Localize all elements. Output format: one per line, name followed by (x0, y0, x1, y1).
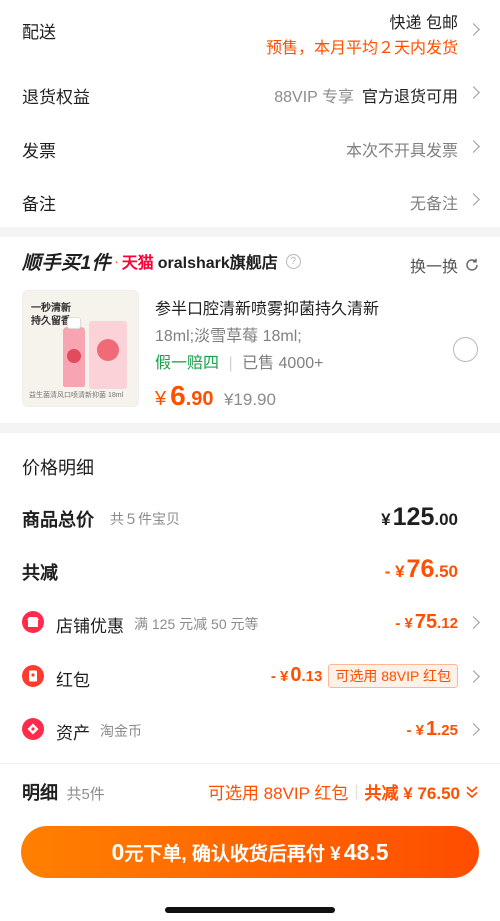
select-addon-radio[interactable] (453, 337, 478, 362)
chevron-right-icon (467, 670, 480, 683)
button-text: 元下单, 确认收货后再付 ¥ (124, 844, 341, 865)
detail-count: 共5件 (66, 786, 105, 803)
button-amount: 48.5 (343, 839, 389, 865)
refresh-icon (466, 258, 478, 271)
asset-prefix: - ¥ (406, 722, 425, 739)
chevron-right-icon (467, 140, 480, 153)
asset-integer: 1 (426, 718, 438, 740)
total-symbol: ¥ (381, 510, 391, 529)
red-packet-label: 红包 (56, 671, 90, 690)
help-icon[interactable]: ? (285, 253, 301, 269)
remark-value: 无备注 (409, 196, 458, 213)
total-decimal: .00 (434, 510, 458, 529)
returns-label: 退货权益 (22, 88, 90, 107)
shop-integer: 75 (414, 611, 438, 633)
reduce-prefix: - ¥ (384, 562, 405, 581)
footer-summary[interactable]: 可选用 88VIP 红包 | 共减 ¥ 76.50 (208, 779, 480, 804)
box-image (89, 321, 127, 389)
thumb-footer: 益生菌清风口喷清新抑菌 18ml (29, 392, 124, 399)
spray-bottle-image (63, 317, 85, 387)
reduce-amount: - ¥76.50 (385, 555, 458, 584)
button-zero: 0 (111, 839, 125, 865)
chevron-right-icon (467, 23, 480, 36)
asset-decimal: .25 (437, 722, 458, 739)
product-guarantee-row: 假一赔四 | 已售 4000+ (155, 349, 323, 373)
asset-sub: 淘金币 (100, 723, 142, 739)
swap-label: 换一换 (409, 259, 458, 276)
promo-logo: 顺手买1件 (22, 252, 112, 274)
sold-count: 已售 4000+ (242, 355, 324, 372)
chevron-right-icon (467, 616, 480, 629)
divider: | (228, 355, 233, 372)
delivery-row[interactable]: 配送 快递 包邮 预售，本月平均２天内发货 (0, 0, 500, 70)
red-packet-integer: 0 (290, 664, 302, 686)
delivery-note: 预售，本月平均２天内发货 (265, 40, 458, 57)
invoice-label: 发票 (22, 142, 56, 161)
asset-label: 资产 (56, 724, 90, 743)
price-decimal: .90 (185, 388, 214, 410)
footer-reduce-total: 共减 ¥ 76.50 (364, 784, 460, 803)
returns-value: 官方退货可用 (361, 89, 458, 106)
chevron-right-icon (467, 193, 480, 206)
returns-value-group: 88VIP 专享 官方退货可用 (274, 83, 458, 107)
delivery-method: 快递 包邮 (389, 15, 458, 32)
submit-order-button[interactable]: 0元下单, 确认收货后再付 ¥48.5 (21, 826, 479, 878)
remark-row[interactable]: 备注 无备注 (0, 173, 500, 225)
total-sub: 共５件宝贝 (110, 511, 180, 527)
shop-discount-amount: - ¥75.12 (395, 611, 458, 634)
footer-vip-hint: 可选用 88VIP 红包 (207, 784, 349, 803)
reduce-label: 共减 (22, 563, 58, 583)
detail-label: 明细 (22, 783, 58, 803)
product-price: ¥6.90 ¥19.90 (155, 380, 276, 412)
product-thumbnail[interactable]: 一秒清新 持久留香 益生菌清风口喷清新抑菌 18ml (22, 290, 139, 407)
thumb-tagline-2: 持久留香 (31, 316, 71, 327)
total-integer: 125 (392, 503, 435, 531)
price-integer: 6 (170, 380, 186, 411)
red-packet-decimal: .13 (301, 668, 323, 685)
price-symbol: ¥ (155, 388, 167, 410)
vip-tag: 88VIP 专享 (274, 89, 354, 106)
price-breakdown-card: 价格明细 商品总价 共５件宝贝 ¥125.00 共减 - ¥76.50 店铺优惠… (0, 433, 500, 763)
shop-name[interactable]: oralshark旗舰店 (158, 249, 278, 273)
remark-label: 备注 (22, 195, 56, 214)
red-packet-amount: - ¥0.13 (271, 664, 323, 687)
returns-row[interactable]: 退货权益 88VIP 专享 官方退货可用 (0, 66, 500, 118)
red-packet-row[interactable]: 红包 - ¥0.13 可选用 88VIP 红包 (0, 657, 500, 697)
separator-dot: · (114, 253, 119, 269)
shop-discount-sub: 满 125 元减 50 元等 (134, 616, 259, 632)
chevron-right-icon (467, 86, 480, 99)
shop-discount-label: 店铺优惠 (56, 617, 124, 636)
red-packet-amount-group: - ¥0.13 可选用 88VIP 红包 (271, 664, 458, 688)
total-price: ¥125.00 (381, 503, 458, 532)
guarantee-label: 假一赔四 (155, 355, 220, 372)
asset-amount: - ¥1.25 (407, 718, 459, 741)
shop-header: 顺手买1件 · 天猫 oralshark旗舰店 ? (22, 247, 301, 275)
shop-decimal: .12 (437, 615, 458, 632)
vip-redpacket-tag[interactable]: 可选用 88VIP 红包 (328, 664, 458, 688)
double-chevron-down-icon (466, 785, 478, 798)
breakdown-title: 价格明细 (22, 458, 94, 478)
reduce-integer: 76 (406, 555, 435, 583)
footer-divider: | (354, 782, 359, 800)
original-price: ¥19.90 (223, 390, 276, 409)
shop-prefix: - ¥ (395, 615, 413, 632)
product-title[interactable]: 参半口腔清新喷雾抑菌持久清新 (155, 295, 379, 319)
chevron-right-icon (467, 723, 480, 736)
home-indicator (165, 907, 335, 913)
order-options-card: 配送 快递 包邮 预售，本月平均２天内发货 退货权益 88VIP 专享 官方退货可… (0, 0, 500, 227)
product-spec[interactable]: 18ml;淡雪草莓 18ml; (155, 322, 302, 346)
red-packet-prefix: - ¥ (270, 668, 289, 685)
tmall-logo: 天猫 (121, 255, 154, 272)
shop-discount-row[interactable]: 店铺优惠 满 125 元减 50 元等 - ¥75.12 (0, 603, 500, 643)
asset-row[interactable]: 资产 淘金币 - ¥1.25 (0, 710, 500, 750)
reduce-decimal: .50 (434, 562, 458, 581)
delivery-label: 配送 (22, 23, 56, 42)
detail-toggle[interactable]: 明细 共5件 (22, 779, 105, 805)
total-label: 商品总价 (22, 510, 94, 530)
bottom-bar: 明细 共5件 可选用 88VIP 红包 | 共减 ¥ 76.50 0元下单, 确… (0, 763, 500, 921)
swap-button[interactable]: 换一换 (410, 253, 480, 277)
invoice-value: 本次不开具发票 (345, 143, 458, 160)
invoice-row[interactable]: 发票 本次不开具发票 (0, 120, 500, 172)
